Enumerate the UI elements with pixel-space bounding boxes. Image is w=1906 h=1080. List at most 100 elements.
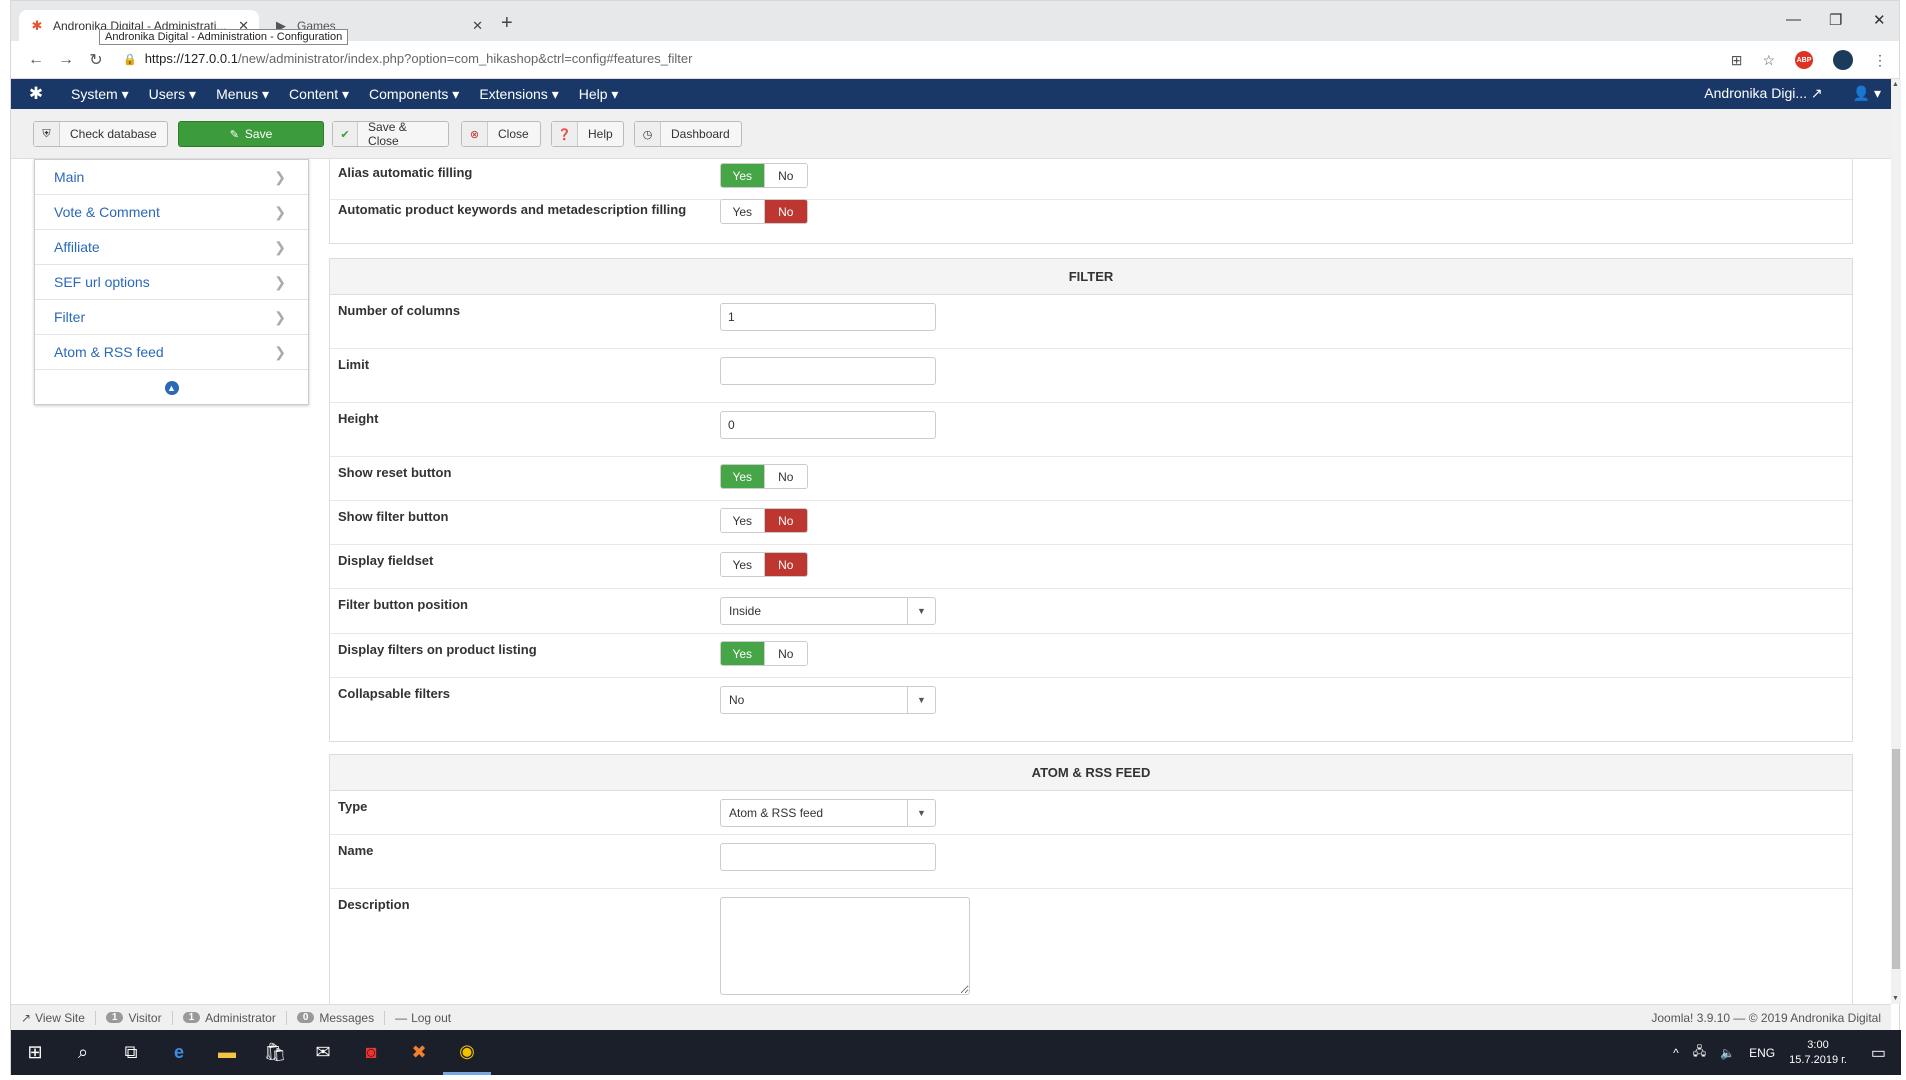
task-view-icon[interactable]: ⧉ [107,1030,155,1075]
menu-components[interactable]: Components ▾ [359,86,469,103]
joomla-logo-icon[interactable]: ✱ [11,84,61,104]
sidebar-item-main[interactable]: Main ❯ [35,160,308,195]
toggle-yes[interactable]: Yes [721,642,765,665]
row-show-filter: Show filter button Yes No [330,501,1852,545]
scroll-thumb[interactable] [1892,749,1900,969]
save-close-button[interactable]: ✔ Save & Close [332,120,449,148]
toggle-no[interactable]: No [764,642,807,665]
show-filter-toggle[interactable]: Yes No [720,508,808,533]
volume-icon[interactable]: 🔈 [1720,1046,1735,1060]
alias-filling-toggle[interactable]: Yes No [720,163,808,188]
filter-position-select[interactable]: Inside ▼ [720,597,936,625]
limit-input[interactable] [720,357,936,385]
toggle-no[interactable]: No [764,465,807,488]
toggle-yes[interactable]: Yes [721,164,765,187]
field-label: Height [338,411,379,426]
menu-menus[interactable]: Menus ▾ [206,86,279,103]
file-explorer-icon[interactable]: ▬ [203,1030,251,1075]
menu-help[interactable]: Help ▾ [569,86,629,103]
row-alias-filling: Alias automatic filling Yes No [330,159,1852,200]
toggle-yes[interactable]: Yes [721,509,765,532]
dashboard-icon: ◷ [635,122,661,146]
save-button[interactable]: ✎ Save [178,121,324,147]
toggle-no[interactable]: No [764,164,807,187]
user-menu-icon[interactable]: 👤 ▾ [1853,85,1881,102]
logout-link[interactable]: — Log out [385,1011,461,1025]
show-reset-toggle[interactable]: Yes No [720,464,808,489]
reload-icon[interactable]: ↻ [81,50,111,70]
row-display-fieldset: Display fieldset Yes No [330,545,1852,589]
sidebar-item-sef[interactable]: SEF url options ❯ [35,265,308,300]
sidebar-item-affiliate[interactable]: Affiliate ❯ [35,230,308,265]
messages-link[interactable]: 0 Messages [287,1010,386,1025]
menu-content[interactable]: Content ▾ [279,86,359,103]
sidebar-item-filter[interactable]: Filter ❯ [35,300,308,335]
adblock-icon[interactable]: ABP [1795,51,1813,69]
url-field[interactable]: 🔒 https://127.0.0.1/new/administrator/ind… [123,51,692,66]
toggle-no[interactable]: No [764,509,807,532]
bookmark-star-icon[interactable]: ☆ [1762,52,1775,69]
display-filters-toggle[interactable]: Yes No [720,641,808,666]
view-site-link[interactable]: ↗ View Site [11,1010,96,1025]
config-sidebar: Main ❯ Vote & Comment ❯ Affiliate ❯ SEF url… [34,159,309,405]
status-bar: ↗ View Site 1 Visitor 1 Administrator 0 Mess… [11,1004,1891,1030]
toggle-yes[interactable]: Yes [721,465,765,488]
search-icon[interactable]: ⌕ [59,1030,107,1075]
visitors-info: 1 Visitor [96,1010,173,1025]
sidebar-item-rss[interactable]: Atom & RSS feed ❯ [35,335,308,370]
menu-extensions[interactable]: Extensions ▾ [469,86,568,103]
field-label: Number of columns [338,303,461,318]
forward-icon[interactable]: → [51,51,81,69]
new-tab-button[interactable]: + [501,13,513,33]
help-button[interactable]: ❓ Help [551,121,624,147]
close-tab-icon[interactable]: ✕ [472,18,483,34]
toggle-no[interactable]: No [764,553,807,576]
mail-icon[interactable]: ✉ [299,1030,347,1075]
display-fieldset-toggle[interactable]: Yes No [720,552,808,577]
close-button[interactable]: ⊗ Close [461,121,541,147]
keywords-filling-toggle[interactable]: Yes No [720,199,808,224]
rss-type-select[interactable]: Atom & RSS feed ▼ [720,799,936,827]
toggle-yes[interactable]: Yes [721,200,765,223]
app-red-icon[interactable]: ◙ [347,1030,395,1075]
row-filter-button-position: Filter button position Inside ▼ [330,589,1852,634]
store-icon[interactable]: 🛍 [251,1030,299,1075]
check-database-button[interactable]: ⛨ Check database [33,121,168,147]
profile-avatar[interactable] [1833,50,1853,70]
clock[interactable]: 3:00 15.7.2019 г. [1789,1038,1847,1068]
menu-users[interactable]: Users ▾ [139,86,206,103]
toggle-no[interactable]: No [764,200,807,223]
toolbar: ⛨ Check database ✎ Save ✔ Save & Close ⊗ Clo… [11,109,1891,159]
number-columns-input[interactable] [720,303,936,331]
scroll-up-icon[interactable]: ▲ [1892,81,1899,88]
scroll-down-icon[interactable]: ▼ [1892,995,1899,1002]
collapsable-filters-select[interactable]: No ▼ [720,686,936,714]
sidebar-collapse[interactable]: ▲ [35,370,308,406]
toggle-yes[interactable]: Yes [721,553,765,576]
browser-menu-icon[interactable]: ⋮ [1873,52,1887,69]
site-link[interactable]: Andronika Digi... ↗ [1704,85,1822,102]
network-icon[interactable]: 🖧 [1693,1042,1706,1063]
close-window-button[interactable]: ✕ [1873,11,1886,29]
sidebar-item-vote-comment[interactable]: Vote & Comment ❯ [35,195,308,230]
language-indicator[interactable]: ENG [1749,1046,1775,1060]
rss-name-input[interactable] [720,843,936,871]
minimize-button[interactable]: — [1786,11,1801,28]
xampp-icon[interactable]: ✖ [395,1030,443,1075]
back-icon[interactable]: ← [21,51,51,69]
page-scrollbar[interactable]: ▲ ▼ [1891,79,1901,1004]
chrome-icon[interactable]: ◉ [443,1030,491,1075]
translate-icon[interactable]: ⊞ [1731,52,1743,69]
joomla-navbar: ✱ System ▾ Users ▾ Menus ▾ Content ▾ Com… [11,79,1891,109]
edge-icon[interactable]: e [155,1030,203,1075]
minus-icon: — [395,1010,408,1025]
menu-system[interactable]: System ▾ [61,86,139,103]
height-input[interactable] [720,411,936,439]
restore-button[interactable]: ❐ [1829,11,1842,29]
notifications-icon[interactable]: ▭ [1871,1043,1886,1063]
windows-start-icon[interactable]: ⊞ [11,1030,59,1075]
shield-icon: ⛨ [34,122,60,146]
dashboard-button[interactable]: ◷ Dashboard [634,121,742,147]
rss-description-textarea[interactable] [720,897,970,995]
tray-up-icon[interactable]: ^ [1673,1046,1679,1060]
